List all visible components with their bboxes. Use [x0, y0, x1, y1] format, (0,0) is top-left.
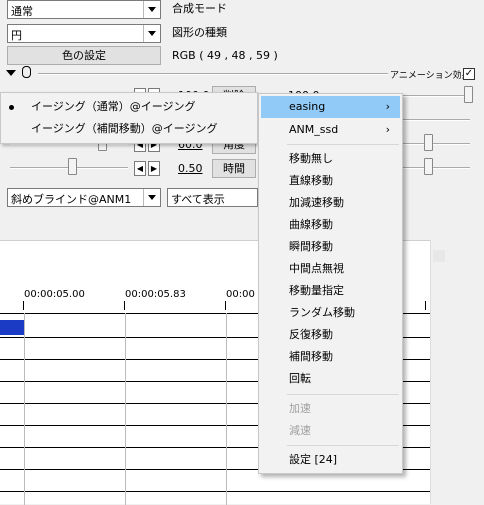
menu-item-disabled: 加速 [261, 398, 400, 420]
menu-item-label: 中間点無視 [289, 262, 344, 275]
menu-item[interactable]: 直線移動 [261, 170, 400, 192]
menu-item-label: easing [289, 100, 326, 113]
param-value[interactable]: 0.50 [178, 162, 203, 175]
menu-item-label: 加減速移動 [289, 196, 344, 209]
menu-item[interactable]: 瞬間移動 [261, 236, 400, 258]
chevron-down-icon[interactable] [143, 1, 160, 18]
menu-item-settings[interactable]: 設定 [24] [261, 449, 400, 471]
decrement-button[interactable]: ◀ [134, 161, 146, 176]
menu-item[interactable]: 中間点無視 [261, 258, 400, 280]
menu-item-label: ANM_ssd [289, 123, 339, 136]
blend-mode-value: 通常 [11, 5, 33, 18]
menu-item[interactable]: 移動量指定 [261, 280, 400, 302]
anim-effect-checkbox[interactable]: ✓ [463, 68, 475, 80]
menu-item[interactable]: 反復移動 [261, 324, 400, 346]
shape-label: 図形の種類 [172, 26, 227, 39]
collapse-arrow-icon[interactable] [6, 70, 16, 76]
scroll-up-button[interactable] [433, 250, 445, 262]
menu-item-easing[interactable]: easing › [261, 96, 400, 118]
menu-item-label: ランダム移動 [289, 306, 355, 319]
menu-item-label: 設定 [24] [289, 453, 338, 466]
increment-button[interactable]: ▶ [148, 161, 160, 176]
chevron-right-icon: › [385, 123, 390, 136]
menu-item[interactable]: 回転 [261, 368, 400, 390]
slider-thumb[interactable] [424, 134, 433, 151]
menu-item[interactable]: 補間移動 [261, 346, 400, 368]
mouse-icon [22, 66, 31, 78]
menu-item-label: 移動無し [289, 152, 333, 165]
timeline-scrollbar[interactable] [430, 240, 446, 504]
menu-item-label: 移動量指定 [289, 284, 344, 297]
chevron-right-icon: › [385, 100, 390, 113]
selected-bullet-icon [9, 105, 14, 110]
menu-separator [287, 394, 399, 395]
anim-effect-label: アニメーション効果 [390, 71, 471, 81]
menu-item-label: 補間移動 [289, 350, 333, 363]
chevron-down-icon[interactable] [143, 189, 160, 206]
menu-item-label: 直線移動 [289, 174, 333, 187]
ruler-time-label: 00:00:05.00 [24, 289, 85, 300]
menu-separator [287, 144, 399, 145]
menu-item-easing-normal[interactable]: イージング（通常）@イージング [1, 96, 257, 118]
shape-value: 円 [11, 29, 22, 42]
blend-mode-label: 合成モード [172, 2, 227, 15]
easing-submenu: イージング（通常）@イージング イージング（補間移動）@イージング [0, 92, 258, 144]
timeline-clip[interactable] [0, 320, 24, 335]
color-settings-button[interactable]: 色の設定 [7, 46, 161, 65]
slider-thumb[interactable] [464, 86, 473, 103]
menu-item-label: イージング（通常）@イージング [31, 100, 196, 113]
blend-mode-dropdown[interactable]: 通常 [7, 0, 161, 19]
menu-item[interactable]: 加減速移動 [261, 192, 400, 214]
rgb-readout: RGB ( 49 , 48 , 59 ) [172, 49, 278, 62]
menu-item-easing-interp[interactable]: イージング（補間移動）@イージング [1, 118, 257, 140]
ruler-time-label: 00:00:05.83 [125, 289, 186, 300]
object-dropdown-value: 斜めブラインド@ANM1 [11, 193, 132, 206]
slider-thumb[interactable] [68, 158, 77, 175]
time-button[interactable]: 時間 [212, 159, 256, 178]
menu-item-disabled: 減速 [261, 420, 400, 442]
menu-item-label: イージング（補間移動）@イージング [31, 122, 218, 135]
menu-separator [287, 445, 399, 446]
view-dropdown[interactable]: すべて表示 [167, 188, 258, 207]
menu-item-label: 回転 [289, 372, 311, 385]
menu-item-label: 反復移動 [289, 328, 333, 341]
object-dropdown[interactable]: 斜めブラインド@ANM1 [7, 188, 161, 207]
ruler-time-label: 00:00 [226, 289, 255, 300]
menu-item[interactable]: 曲線移動 [261, 214, 400, 236]
menu-item-label: 減速 [289, 424, 311, 437]
slider-thumb[interactable] [424, 158, 433, 175]
menu-item-label: 加速 [289, 402, 311, 415]
chevron-down-icon[interactable] [143, 25, 160, 42]
menu-item[interactable]: 移動無し [261, 148, 400, 170]
menu-item[interactable]: ランダム移動 [261, 302, 400, 324]
animation-effect-menu: easing › ANM_ssd › 移動無し 直線移動 加減速移動 曲線移動 … [258, 93, 403, 474]
menu-item-anm-ssd[interactable]: ANM_ssd › [261, 119, 400, 141]
view-dropdown-value: すべて表示 [171, 193, 225, 206]
shape-dropdown[interactable]: 円 [7, 24, 161, 43]
menu-item-label: 瞬間移動 [289, 240, 333, 253]
menu-item-label: 曲線移動 [289, 218, 333, 231]
